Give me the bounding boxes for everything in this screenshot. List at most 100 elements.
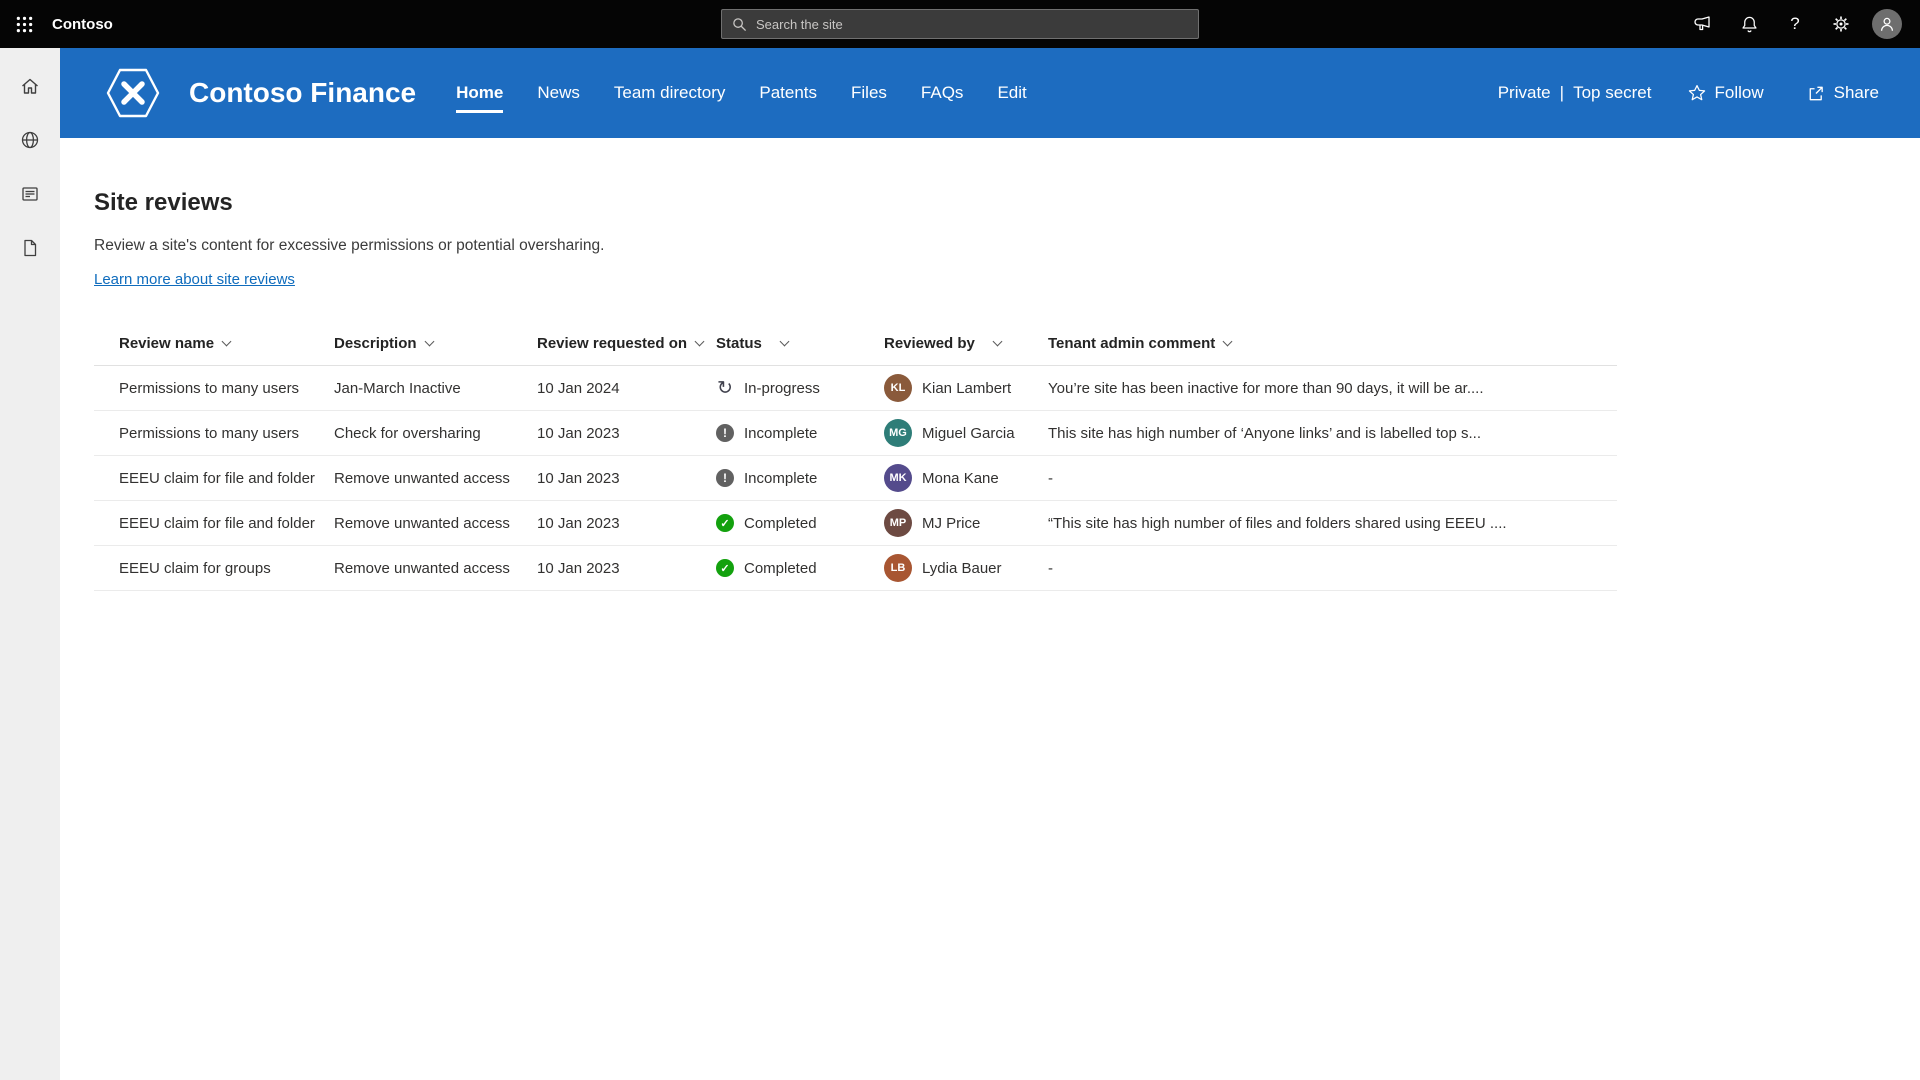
table-row[interactable]: EEEU claim for groups Remove unwanted ac… <box>94 546 1617 591</box>
search-input[interactable]: Search the site <box>721 9 1199 39</box>
reviewer-name: Miguel Garcia <box>922 425 1015 442</box>
status-cell: Incomplete <box>716 424 884 442</box>
page-title: Site reviews <box>94 188 1920 218</box>
app-launcher-button[interactable] <box>0 0 48 48</box>
column-header-description[interactable]: Description <box>334 335 537 352</box>
nav-news[interactable]: News <box>537 73 580 113</box>
status-incomplete-icon <box>716 424 734 442</box>
status-cell: In-progress <box>716 379 884 397</box>
search-placeholder: Search the site <box>756 17 843 32</box>
appbar-files-button[interactable] <box>8 226 52 270</box>
person-icon <box>1878 15 1896 33</box>
settings-button[interactable] <box>1818 0 1864 48</box>
reviewer-name: MJ Price <box>922 515 980 532</box>
status-label: In-progress <box>744 380 820 397</box>
table-row[interactable]: EEEU claim for file and folder Remove un… <box>94 501 1617 546</box>
follow-button[interactable]: Follow <box>1682 82 1770 104</box>
appbar-news-button[interactable] <box>8 172 52 216</box>
account-button[interactable] <box>1864 0 1910 48</box>
reviewer-avatar: KL <box>884 374 912 402</box>
chevron-down-icon <box>779 337 789 347</box>
status-label: Completed <box>744 515 817 532</box>
announcements-button[interactable] <box>1680 0 1726 48</box>
site-title[interactable]: Contoso Finance <box>189 77 416 109</box>
reviewed-by-cell: MG Miguel Garcia <box>884 419 1048 447</box>
site-nav: Home News Team directory Patents Files F… <box>456 73 1027 113</box>
reviewed-by-cell: KL Kian Lambert <box>884 374 1048 402</box>
status-cell: Completed <box>716 514 884 532</box>
privacy-group: Private | Top secret <box>1498 83 1652 103</box>
reviewer-avatar: MK <box>884 464 912 492</box>
reviewer-name: Mona Kane <box>922 470 999 487</box>
column-header-status[interactable]: Status <box>716 335 884 352</box>
news-icon <box>19 183 41 205</box>
table-row[interactable]: Permissions to many users Check for over… <box>94 411 1617 456</box>
column-header-tenant-admin-comment[interactable]: Tenant admin comment <box>1048 335 1617 352</box>
privacy-status[interactable]: Private <box>1498 83 1551 103</box>
header-actions: Private | Top secret Follow Share <box>1498 82 1885 104</box>
reviewed-by-cell: LB Lydia Bauer <box>884 554 1048 582</box>
star-icon <box>1688 84 1706 102</box>
suite-bar: Contoso Search the site ? <box>0 0 1920 48</box>
contoso-logo-icon <box>103 63 163 123</box>
reviewer-name: Kian Lambert <box>922 380 1011 397</box>
globe-icon <box>19 129 41 151</box>
site-header: Contoso Finance Home News Team directory… <box>60 48 1920 138</box>
appbar-home-button[interactable] <box>8 64 52 108</box>
requested-on-cell: 10 Jan 2023 <box>537 425 716 442</box>
status-cell: Incomplete <box>716 469 884 487</box>
description-cell: Remove unwanted access <box>334 515 537 532</box>
share-button[interactable]: Share <box>1800 82 1885 104</box>
nav-patents[interactable]: Patents <box>759 73 817 113</box>
requested-on-cell: 10 Jan 2023 <box>537 515 716 532</box>
table-header-row: Review name Description Review requested… <box>94 322 1617 366</box>
status-completed-icon <box>716 514 734 532</box>
chevron-down-icon <box>695 337 705 347</box>
description-cell: Jan-March Inactive <box>334 380 537 397</box>
table-row[interactable]: Permissions to many users Jan-March Inac… <box>94 366 1617 411</box>
column-header-requested-on[interactable]: Review requested on <box>537 335 716 352</box>
page-description: Review a site's content for excessive pe… <box>94 236 1920 256</box>
requested-on-cell: 10 Jan 2023 <box>537 470 716 487</box>
chevron-down-icon <box>992 337 1002 347</box>
column-header-reviewed-by[interactable]: Reviewed by <box>884 335 1048 352</box>
review-name-cell: EEEU claim for groups <box>94 560 334 577</box>
site-logo[interactable] <box>103 63 163 123</box>
share-icon <box>1806 84 1825 103</box>
learn-more-link[interactable]: Learn more about site reviews <box>94 270 295 290</box>
column-label: Reviewed by <box>884 335 975 352</box>
app-bar <box>0 48 60 1080</box>
review-name-cell: EEEU claim for file and folder <box>94 515 334 532</box>
help-button[interactable]: ? <box>1772 0 1818 48</box>
column-label: Review requested on <box>537 335 687 352</box>
status-completed-icon <box>716 559 734 577</box>
nav-team-directory[interactable]: Team directory <box>614 73 725 113</box>
appbar-sites-button[interactable] <box>8 118 52 162</box>
comment-cell: You’re site has been inactive for more t… <box>1048 380 1617 397</box>
nav-home[interactable]: Home <box>456 73 503 113</box>
nav-faqs[interactable]: FAQs <box>921 73 964 113</box>
notifications-button[interactable] <box>1726 0 1772 48</box>
column-header-review-name[interactable]: Review name <box>94 335 334 352</box>
review-name-cell: EEEU claim for file and folder <box>94 470 334 487</box>
nav-edit[interactable]: Edit <box>997 73 1026 113</box>
column-label: Review name <box>119 335 214 352</box>
search-icon <box>732 17 747 32</box>
status-label: Completed <box>744 560 817 577</box>
suite-actions: ? <box>1680 0 1920 48</box>
status-cell: Completed <box>716 559 884 577</box>
gear-icon <box>1831 14 1851 34</box>
comment-cell: This site has high number of ‘Anyone lin… <box>1048 425 1617 442</box>
reviews-table: Review name Description Review requested… <box>94 322 1617 591</box>
comment-cell: - <box>1048 560 1617 577</box>
comment-cell: “This site has high number of files and … <box>1048 515 1617 532</box>
reviewed-by-cell: MP MJ Price <box>884 509 1048 537</box>
privacy-separator: | <box>1560 83 1564 103</box>
sensitivity-label[interactable]: Top secret <box>1573 83 1651 103</box>
column-label: Description <box>334 335 417 352</box>
nav-files[interactable]: Files <box>851 73 887 113</box>
home-icon <box>19 75 41 97</box>
description-cell: Remove unwanted access <box>334 560 537 577</box>
table-row[interactable]: EEEU claim for file and folder Remove un… <box>94 456 1617 501</box>
column-label: Status <box>716 335 762 352</box>
